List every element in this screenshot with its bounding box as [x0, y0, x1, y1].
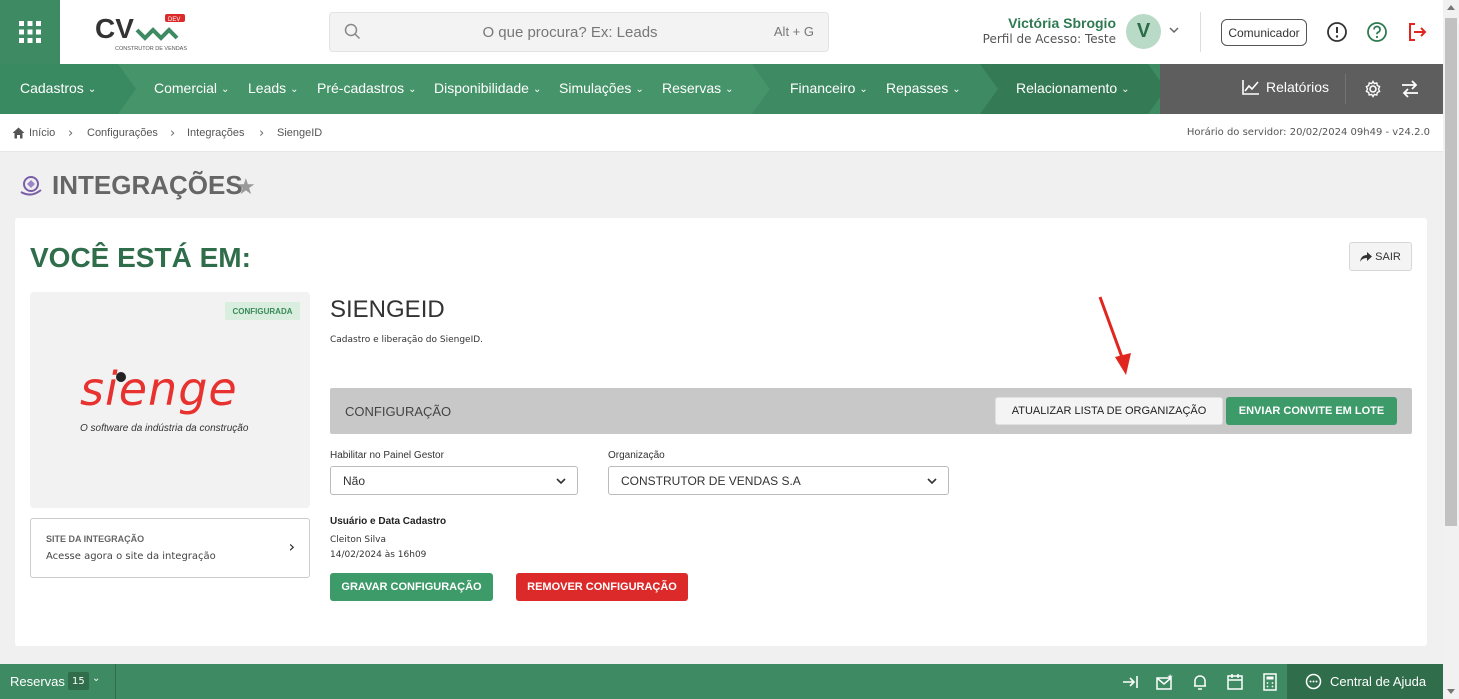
organizacao-label: Organização	[608, 450, 665, 461]
nav-pre-cadastros[interactable]: Pré-cadastros ⌄	[317, 80, 417, 96]
search-input[interactable]	[370, 13, 770, 51]
sienge-logo: sienge	[80, 362, 238, 416]
organizacao-value: CONSTRUTOR DE VENDAS S.A	[621, 473, 801, 488]
meta-date: 14/02/2024 às 16h09	[330, 550, 427, 560]
scroll-down-icon[interactable]	[1447, 689, 1455, 694]
painel-gestor-value: Não	[343, 473, 366, 488]
chevron-down-icon	[927, 478, 937, 485]
logout-icon[interactable]	[1406, 21, 1428, 43]
nav-right-divider	[1345, 74, 1346, 104]
svg-text:CONSTRUTOR DE VENDAS: CONSTRUTOR DE VENDAS	[115, 46, 187, 52]
status-badge: CONFIGURADA	[225, 302, 300, 320]
breadcrumb-separator: ›	[170, 126, 176, 141]
search-shortcut-hint: Alt + G	[773, 24, 814, 39]
nav-relatorios[interactable]: Relatórios	[1242, 79, 1329, 95]
chevron-down-icon	[556, 478, 566, 485]
integration-site-link[interactable]: SITE DA INTEGRAÇÃO Acesse agora o site d…	[30, 518, 310, 578]
scroll-up-icon[interactable]	[1447, 5, 1455, 10]
calendar-icon[interactable]	[1226, 673, 1244, 691]
annotation-arrow-icon	[1098, 296, 1131, 375]
site-link-desc: Acesse agora o site da integração	[46, 551, 216, 562]
main-nav: Cadastros ⌄ Comercial ⌄ Leads ⌄ Pré-cadastr…	[0, 64, 1443, 114]
svg-text:CV: CV	[95, 13, 134, 44]
breadcrumb-siengeid: SiengeID	[277, 127, 323, 139]
info-icon[interactable]	[1326, 21, 1348, 43]
section-heading: VOCÊ ESTÁ EM:	[30, 242, 251, 273]
sienge-logo-dot	[116, 372, 126, 382]
header-divider	[1200, 12, 1201, 52]
breadcrumb-separator: ›	[68, 126, 74, 141]
sienge-tagline: O software da indústria da construção	[80, 423, 249, 434]
painel-gestor-select[interactable]: Não	[330, 466, 578, 495]
chevron-down-icon[interactable]	[1168, 24, 1180, 36]
home-icon[interactable]	[12, 127, 25, 139]
painel-gestor-label: Habilitar no Painel Gestor	[330, 450, 444, 461]
swap-icon[interactable]	[1400, 80, 1420, 98]
nav-comercial[interactable]: Comercial ⌄	[154, 80, 229, 96]
organizacao-select[interactable]: CONSTRUTOR DE VENDAS S.A	[608, 466, 949, 495]
user-info[interactable]: Victória Sbrogio Perfil de Acesso: Teste	[960, 15, 1116, 46]
grid-icon	[19, 21, 41, 43]
send-batch-invite-button[interactable]: ENVIAR CONVITE EM LOTE	[1226, 397, 1397, 425]
integrations-icon	[20, 176, 42, 196]
search-icon	[344, 23, 361, 40]
svg-text:DEV: DEV	[168, 17, 180, 23]
meta-title: Usuário e Data Cadastro	[330, 516, 447, 527]
update-org-list-button[interactable]: ATUALIZAR LISTA DE ORGANIZAÇÃO	[995, 397, 1223, 425]
comunicador-button[interactable]: Comunicador	[1221, 19, 1307, 46]
nav-simulacoes[interactable]: Simulações ⌄	[559, 80, 644, 96]
meta-user: Cleiton Silva	[330, 535, 386, 545]
integration-description: Cadastro e liberação do SiengeID.	[330, 335, 484, 345]
remove-config-button[interactable]: REMOVER CONFIGURAÇÃO	[516, 573, 688, 601]
calculator-icon[interactable]	[1261, 673, 1279, 691]
svg-text:★: ★	[1167, 673, 1173, 681]
reservas-label[interactable]: Reservas	[10, 674, 65, 689]
site-link-title: SITE DA INTEGRAÇÃO	[46, 534, 145, 544]
chevron-down-icon[interactable]: ⌄	[92, 673, 100, 684]
help-icon[interactable]	[1366, 21, 1388, 43]
chevron-right-icon: ›	[288, 537, 295, 556]
breadcrumb-configuracoes[interactable]: Configurações	[87, 127, 158, 139]
nav-financeiro[interactable]: Financeiro ⌄	[790, 80, 868, 96]
avatar[interactable]: V	[1126, 14, 1161, 49]
breadcrumb-inicio[interactable]: Início	[29, 127, 55, 139]
integration-title: SIENGEID	[330, 296, 445, 323]
mail-star-icon[interactable]: ★	[1156, 673, 1174, 691]
breadcrumb: Início › Configurações › Integrações › S…	[0, 114, 1443, 152]
top-header: CV DEV CONSTRUTOR DE VENDAS Alt + G Vict…	[0, 0, 1443, 64]
nav-leads[interactable]: Leads ⌄	[248, 80, 299, 96]
global-search[interactable]: Alt + G	[329, 12, 829, 52]
breadcrumb-separator: ›	[259, 126, 265, 141]
user-profile: Perfil de Acesso: Teste	[982, 32, 1116, 46]
breadcrumb-integracoes[interactable]: Integrações	[187, 127, 244, 139]
bell-icon[interactable]	[1191, 673, 1209, 691]
cv-logo[interactable]: CV DEV CONSTRUTOR DE VENDAS	[95, 10, 195, 54]
save-config-button[interactable]: GRAVAR CONFIGURAÇÃO	[330, 573, 493, 601]
chart-line-icon	[1242, 80, 1259, 95]
chat-icon	[1305, 673, 1322, 690]
apps-grid-button[interactable]	[0, 0, 60, 64]
reservas-count: 15	[68, 672, 89, 690]
config-label: CONFIGURAÇÃO	[345, 404, 452, 419]
scrollbar-thumb[interactable]	[1445, 18, 1457, 526]
exit-button[interactable]: SAIR	[1349, 242, 1412, 271]
bottom-bar: Reservas 15 ⌄ ★	[0, 664, 1443, 699]
nav-reservas[interactable]: Reservas ⌄	[662, 80, 734, 96]
help-center-button[interactable]: Central de Ajuda	[1287, 664, 1443, 699]
nav-repasses[interactable]: Repasses ⌄	[886, 80, 961, 96]
favorite-star-icon[interactable]: ★	[236, 175, 256, 200]
bottom-divider	[115, 664, 116, 699]
collapse-right-icon[interactable]	[1121, 673, 1139, 691]
server-time: Horário do servidor: 20/02/2024 09h49 - …	[1186, 127, 1430, 138]
nav-disponibilidade[interactable]: Disponibilidade ⌄	[434, 80, 541, 96]
share-arrow-icon	[1360, 251, 1373, 262]
gear-icon[interactable]	[1364, 80, 1382, 98]
vertical-scrollbar[interactable]	[1443, 0, 1459, 699]
page-title: INTEGRAÇÕES	[52, 170, 243, 200]
nav-cadastros[interactable]: Cadastros ⌄	[20, 80, 96, 96]
user-name: Victória Sbrogio	[1008, 15, 1116, 31]
nav-relacionamento[interactable]: Relacionamento ⌄	[1016, 80, 1130, 96]
